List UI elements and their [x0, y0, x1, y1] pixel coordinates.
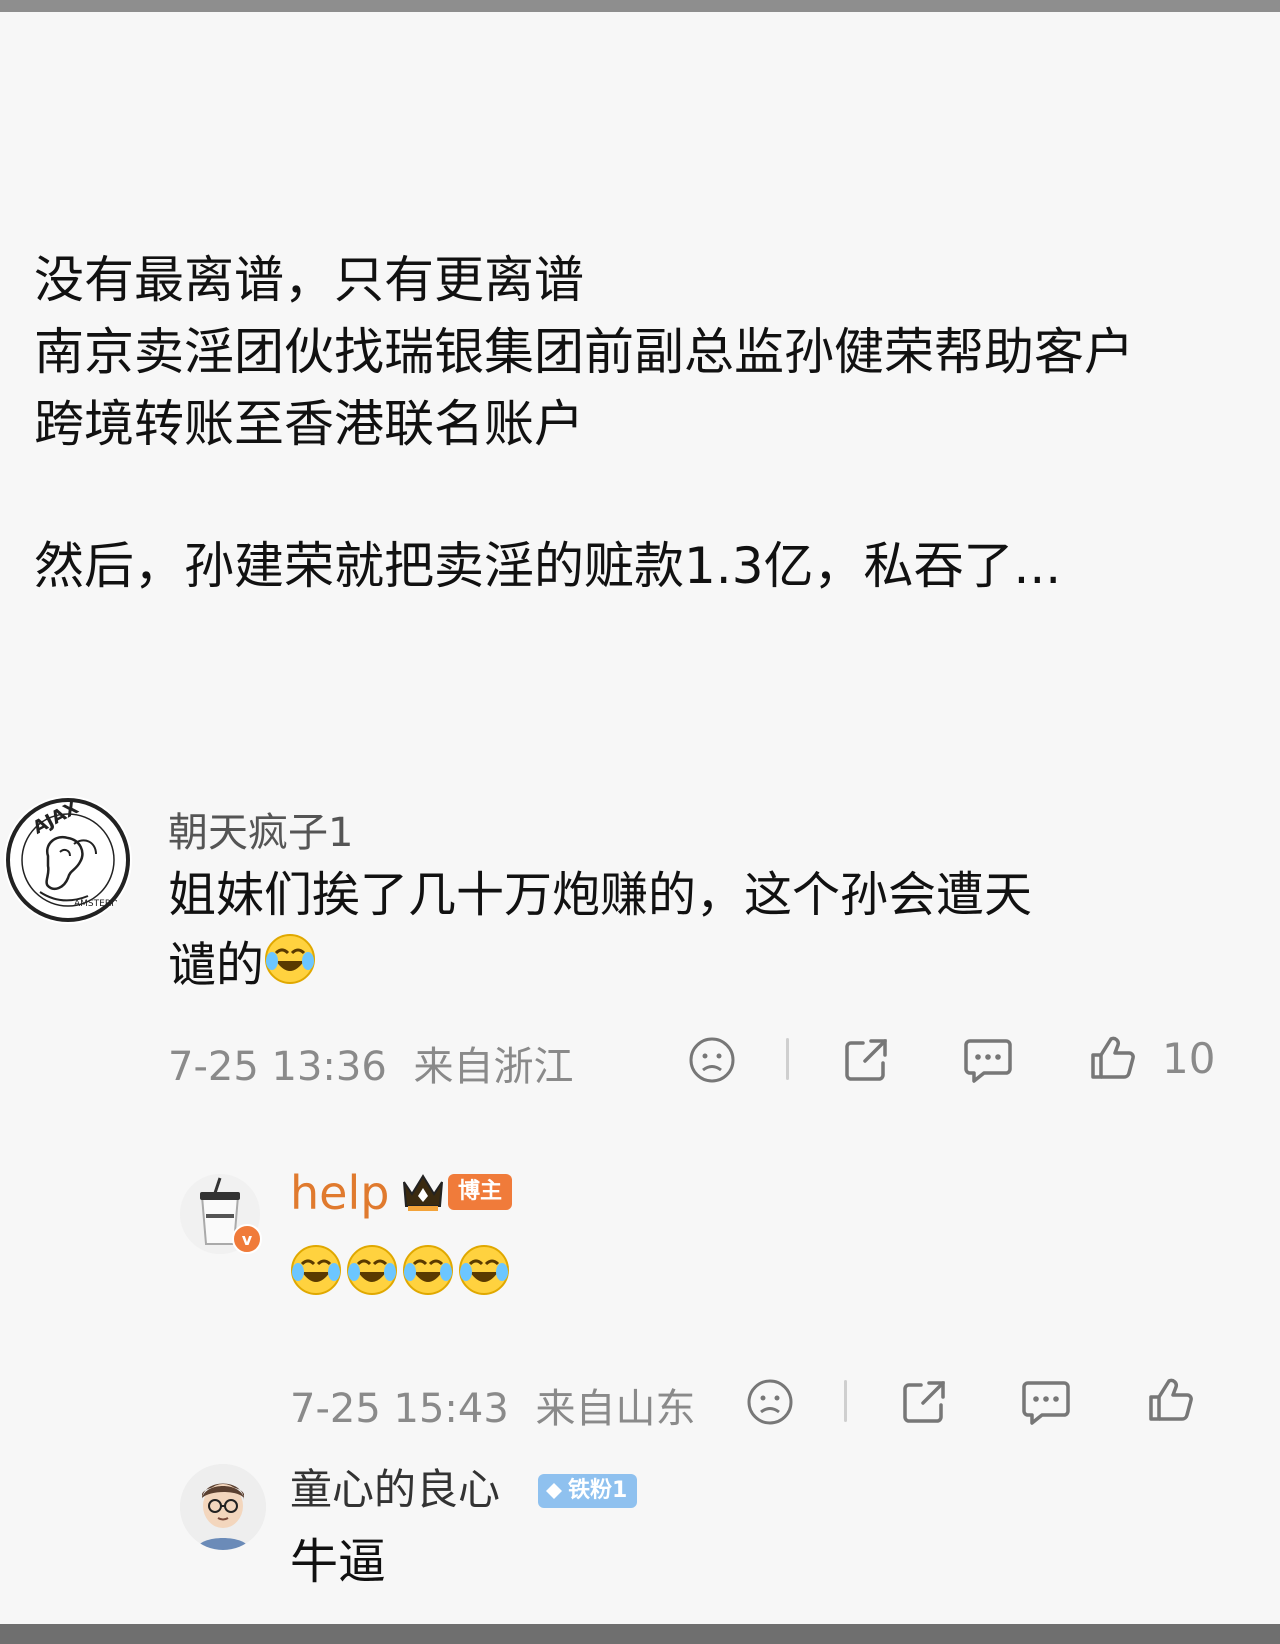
host-badge: 博主 — [400, 1170, 513, 1214]
comment-1-text-line-1: 姐妹们挨了几十万炮赚的，这个孙会遭天 — [168, 867, 1033, 923]
comment-2-time: 7-25 15:43 来自山东 — [290, 1376, 696, 1434]
comment-2-username[interactable]: help — [290, 1166, 389, 1220]
post-line-3: 跨境转账至香港联名账户 — [34, 395, 584, 453]
comment-icon[interactable] — [960, 1032, 1016, 1088]
ajax-logo-avatar[interactable]: AJAX AMSTERDAM — [4, 796, 132, 924]
share-icon[interactable] — [896, 1374, 952, 1430]
comment-3-text: 牛逼 — [290, 1534, 387, 1590]
dislike-face-icon[interactable] — [684, 1032, 740, 1088]
laugh-cry-emoji — [346, 1244, 398, 1300]
like-thumb-icon[interactable] — [1084, 1030, 1140, 1086]
comment-2-emojis — [290, 1244, 510, 1300]
comment-1: AJAX AMSTERDAM 朝天疯子1 姐妹们挨了几十万炮赚的，这个孙会遭天 … — [0, 782, 1280, 1102]
laugh-cry-emoji — [264, 933, 316, 1004]
comment-1-text: 姐妹们挨了几十万炮赚的，这个孙会遭天 谴的 — [168, 860, 1258, 1004]
bottom-frame-bar — [0, 1624, 1280, 1644]
dislike-face-icon[interactable] — [742, 1374, 798, 1430]
comment-1-username[interactable]: 朝天疯子1 — [168, 800, 353, 858]
meta-divider — [786, 1038, 789, 1080]
post-line-1: 没有最离谱，只有更离谱 — [34, 251, 584, 309]
comment-3-username[interactable]: 童心的良心 — [290, 1456, 500, 1517]
top-frame-bar — [0, 0, 1280, 12]
post-line-2: 南京卖淫团伙找瑞银集团前副总监孙健荣帮助客户 — [34, 323, 1134, 381]
post-line-4: 然后，孙建荣就把卖淫的赃款1.3亿，私吞了... — [34, 537, 1062, 595]
laugh-cry-emoji — [402, 1244, 454, 1300]
diamond-icon — [546, 1483, 562, 1499]
laugh-cry-emoji — [290, 1244, 342, 1300]
meta-divider — [844, 1380, 847, 1422]
crown-icon — [403, 1174, 443, 1211]
comment-2-date: 7-25 15:43 — [290, 1386, 509, 1432]
comment-1-location: 来自浙江 — [413, 1044, 574, 1090]
comment-1-date: 7-25 13:36 — [168, 1044, 387, 1090]
comment-3: 童心的良心 铁粉1 牛逼 — [0, 1452, 1280, 1612]
svg-text:AMSTERDAM: AMSTERDAM — [74, 899, 132, 909]
comment-icon[interactable] — [1018, 1374, 1074, 1430]
comment-2: v help 博主 7-25 15:43 来自山东 — [0, 1166, 1280, 1432]
host-badge-label: 博主 — [448, 1174, 513, 1210]
fan-badge-label: 铁粉1 — [568, 1478, 628, 1503]
post-body: 没有最离谱，只有更离谱 南京卖淫团伙找瑞银集团前副总监孙健荣帮助客户 跨境转账至… — [34, 244, 1264, 602]
fan-badge: 铁粉1 — [538, 1474, 638, 1508]
comment-1-text-line-2: 谴的 — [168, 937, 265, 993]
like-thumb-icon[interactable] — [1142, 1372, 1198, 1428]
comment-1-like-count: 10 — [1162, 1034, 1216, 1083]
weibo-page: 没有最离谱，只有更离谱 南京卖淫团伙找瑞银集团前副总监孙健荣帮助客户 跨境转账至… — [0, 12, 1280, 1624]
cartoon-man-avatar[interactable] — [180, 1464, 266, 1550]
verified-v-icon: v — [232, 1224, 262, 1254]
comment-1-time: 7-25 13:36 来自浙江 — [168, 1034, 574, 1092]
laugh-cry-emoji — [458, 1244, 510, 1300]
share-icon[interactable] — [838, 1032, 894, 1088]
comment-2-location: 来自山东 — [535, 1386, 696, 1432]
